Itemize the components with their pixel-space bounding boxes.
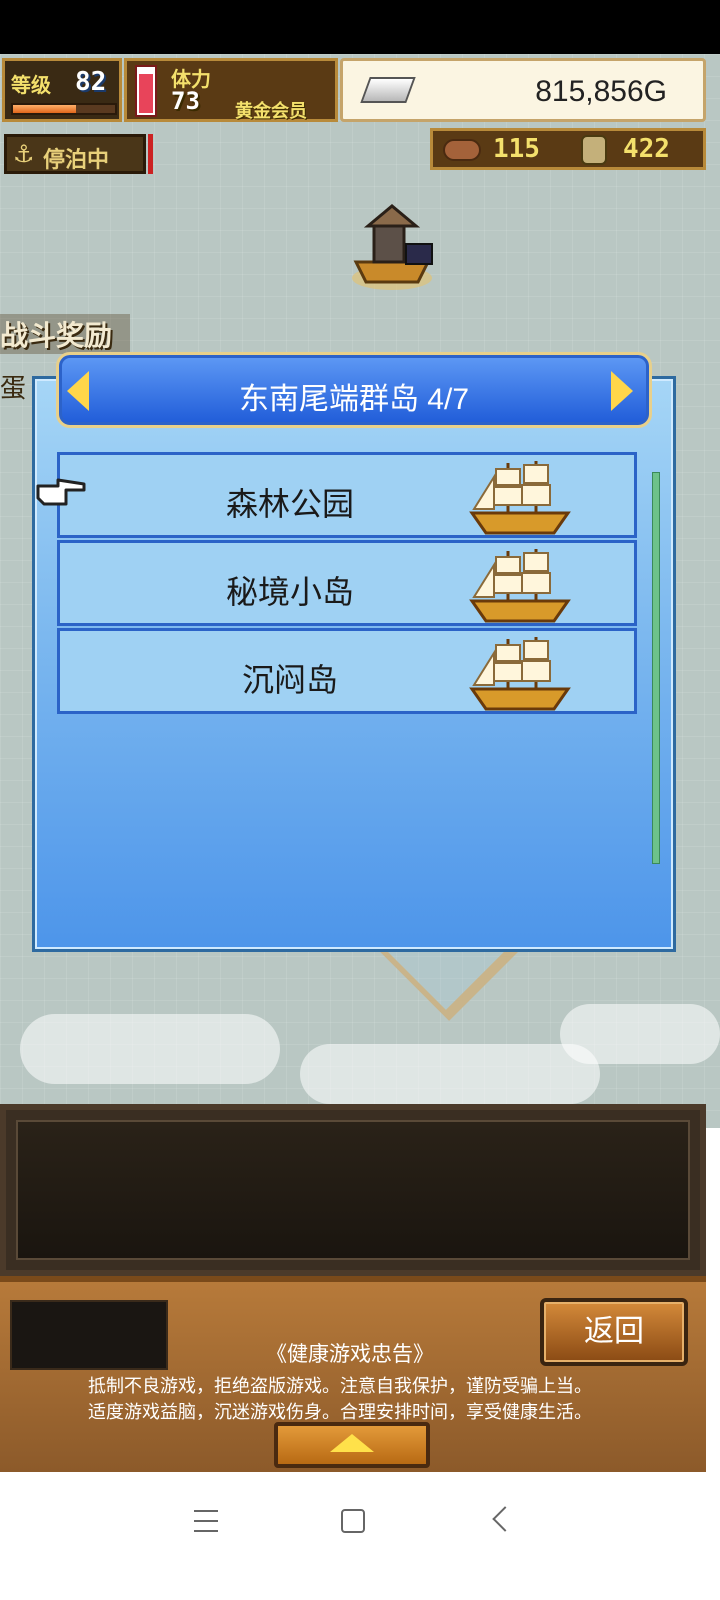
list-item[interactable]: 秘境小岛	[57, 540, 637, 626]
silver-bar-icon	[360, 77, 416, 103]
back-icon[interactable]	[492, 1506, 518, 1532]
list-item[interactable]: 沉闷岛	[57, 628, 637, 714]
stamina-panel: 体力 73 黄金会员	[124, 58, 338, 122]
resource-panel: 115 422	[430, 128, 706, 170]
level-value: 82	[75, 67, 107, 97]
cloud	[20, 1014, 280, 1084]
stamina-gauge-fill	[139, 73, 153, 113]
chevron-up-icon	[330, 1434, 374, 1452]
expand-menu-button[interactable]	[274, 1422, 430, 1468]
resource2-value: 422	[623, 134, 670, 164]
cloud	[560, 1004, 720, 1064]
list-item[interactable]: 森林公园	[57, 452, 637, 538]
health-advice-title: 《健康游戏忠告》	[266, 1342, 434, 1366]
level-panel: 等级 82	[2, 58, 122, 122]
ship-icon	[469, 637, 571, 711]
island-name: 森林公园	[225, 486, 354, 522]
stamina-value: 73	[171, 87, 200, 115]
menu-icon[interactable]	[194, 1510, 218, 1532]
member-badge: 黄金会员	[235, 101, 307, 122]
next-region-button[interactable]	[611, 371, 633, 411]
battle-reward-label[interactable]: 战斗奖励	[0, 314, 130, 354]
game-screen: 等级 82 体力 73 黄金会员 815,856G ⚓ 停泊中 115 422 …	[0, 0, 720, 1600]
health-advice-line2: 适度游戏益脑，沉迷游戏伤身。合理安排时间，享受健康生活。	[88, 1402, 592, 1423]
list-scrollbar[interactable]	[652, 472, 660, 864]
region-title: 东南尾端群岛 4/7	[238, 383, 470, 416]
gold-panel: 815,856G	[340, 58, 706, 122]
docked-indicator	[148, 134, 153, 174]
message-panel	[0, 1104, 706, 1276]
docked-label: 停泊中	[43, 148, 110, 173]
region-header: 东南尾端群岛 4/7	[56, 352, 652, 428]
home-icon[interactable]	[341, 1509, 365, 1533]
ship-icon	[469, 549, 571, 623]
anchor-icon: ⚓	[13, 140, 35, 168]
message-box	[16, 1120, 690, 1260]
xp-bar-fill	[13, 105, 77, 113]
resource1-value: 115	[493, 134, 540, 164]
island-name: 沉闷岛	[241, 662, 338, 698]
status-bar	[0, 0, 720, 54]
stamina-gauge	[135, 65, 157, 117]
cargo-icon	[581, 135, 607, 165]
pointing-hand-icon	[36, 478, 86, 506]
gold-value: 815,856G	[535, 75, 667, 108]
health-advice-line1: 抵制不良游戏，拒绝盗版游戏。注意自我保护，谨防受骗上当。	[88, 1376, 592, 1397]
food-icon	[443, 139, 481, 161]
island-name: 秘境小岛	[225, 574, 354, 610]
xp-bar	[11, 103, 117, 115]
ship-icon	[469, 461, 571, 535]
player-ship-icon[interactable]	[346, 200, 438, 292]
egg-label: 蛋	[0, 374, 27, 404]
level-label: 等级	[11, 73, 51, 97]
system-nav-bar	[0, 1472, 720, 1600]
bottom-bar: 返回 《健康游戏忠告》 抵制不良游戏，拒绝盗版游戏。注意自我保护，谨防受骗上当。…	[0, 1276, 706, 1472]
docked-status: ⚓ 停泊中	[4, 134, 146, 174]
cloud	[300, 1044, 600, 1104]
